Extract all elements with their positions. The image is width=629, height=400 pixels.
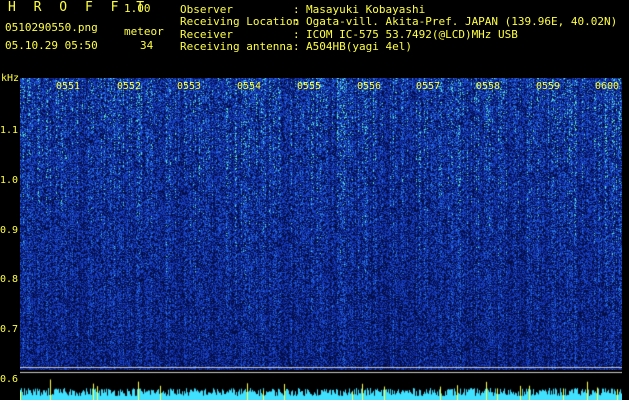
- info-sep-location: :: [293, 15, 300, 28]
- info-sep-observer: :: [293, 3, 300, 16]
- y-tick-0-6: 0.6: [0, 374, 19, 385]
- version: 1.00: [124, 2, 151, 15]
- info-sep-receiver: :: [293, 28, 300, 41]
- spectrogram-canvas: [20, 78, 622, 376]
- time-tick-0556: 0556: [357, 81, 382, 92]
- info-value-receiver: ICOM IC-575 53.7492(@LCD)MHz USB: [306, 28, 518, 41]
- y-axis-unit: kHz: [1, 73, 20, 84]
- time-tick-0554: 0554: [237, 81, 262, 92]
- baseline-signal-canvas: [20, 370, 622, 400]
- meteor-label: meteor: [124, 25, 164, 38]
- filename: 0510290550.png: [5, 21, 98, 34]
- meteor-count: 34: [140, 39, 154, 52]
- time-tick-0558: 0558: [476, 81, 501, 92]
- time-tick-0600: 0600: [595, 81, 620, 92]
- y-tick-0-7: 0.7: [0, 324, 19, 335]
- time-tick-0555: 0555: [297, 81, 322, 92]
- info-label-antenna: Receiving antenna: [180, 40, 293, 53]
- y-tick-1-0: 1.0: [0, 175, 19, 186]
- y-tick-0-8: 0.8: [0, 274, 19, 285]
- info-label-observer: Observer: [180, 3, 233, 16]
- info-value-observer: Masayuki Kobayashi: [306, 3, 426, 16]
- info-value-antenna: A504HB(yagi 4el): [306, 40, 412, 53]
- info-value-location: Ogata-vill. Akita-Pref. JAPAN (139.96E, …: [306, 15, 618, 28]
- time-tick-0557: 0557: [416, 81, 441, 92]
- info-label-receiver: Receiver: [180, 28, 233, 41]
- time-tick-0559: 0559: [536, 81, 561, 92]
- y-tick-0-9: 0.9: [0, 225, 19, 236]
- info-label-location: Receiving Location: [180, 15, 300, 28]
- time-tick-0552: 0552: [117, 81, 142, 92]
- y-tick-1-1: 1.1: [0, 125, 19, 136]
- time-tick-0553: 0553: [177, 81, 202, 92]
- time-tick-0551: 0551: [56, 81, 81, 92]
- datetime: 05.10.29 05:50: [5, 39, 98, 52]
- info-sep-antenna: :: [293, 40, 300, 53]
